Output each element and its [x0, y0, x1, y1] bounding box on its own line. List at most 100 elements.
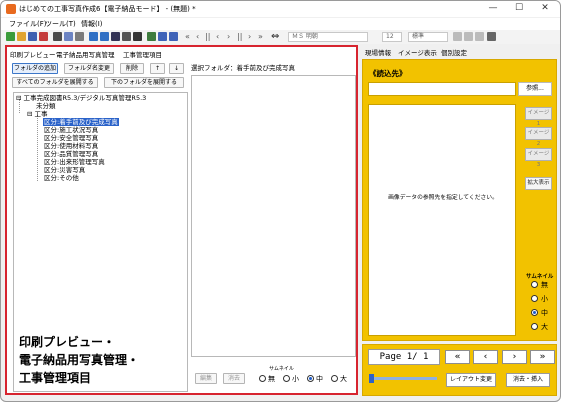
style-select[interactable]: 標準: [408, 32, 448, 42]
color-icon[interactable]: [487, 32, 496, 41]
save-as-icon[interactable]: [39, 32, 48, 41]
expand-below-button[interactable]: 下のフォルダを展開する: [104, 77, 184, 88]
underline-icon[interactable]: [475, 32, 484, 41]
add-folder-button[interactable]: フォルダの追加: [12, 63, 58, 74]
page-icon[interactable]: [111, 32, 120, 41]
tree-node-safety[interactable]: 区分:安全管理写真: [44, 134, 98, 142]
prev-page-button[interactable]: ‹: [473, 350, 498, 364]
zoom-out-icon[interactable]: [100, 32, 109, 41]
image2-button[interactable]: イメージ2: [525, 127, 552, 147]
tab-construction-items[interactable]: 工事管理項目: [123, 49, 162, 59]
open-icon[interactable]: [17, 32, 26, 41]
thumb-small-label: 小: [292, 375, 299, 383]
panel-thumb-none-radio[interactable]: [531, 281, 538, 288]
move-down-button[interactable]: ↓: [169, 63, 184, 74]
print-icon[interactable]: [53, 32, 62, 41]
layout-change-button[interactable]: レイアウト変更: [446, 373, 496, 387]
tree-line: [37, 115, 38, 181]
tree-node-construction-status[interactable]: 区分:施工状況写真: [44, 126, 98, 134]
image-preview[interactable]: 画像データの参照先を指定してください。: [368, 104, 516, 336]
rename-folder-button[interactable]: フォルダ名変更: [64, 63, 114, 74]
thumb-medium-radio[interactable]: [307, 375, 314, 382]
nav-next-icon[interactable]: ›: [248, 31, 251, 42]
move-up-button[interactable]: ↑: [150, 63, 165, 74]
nav-first-icon[interactable]: «: [185, 31, 190, 42]
panel-thumb-small-label: 小: [541, 295, 548, 303]
zoom-icon[interactable]: [89, 32, 98, 41]
italic-icon[interactable]: [464, 32, 473, 41]
menu-tools[interactable]: ツール(T): [45, 19, 76, 29]
dots-icon[interactable]: [133, 32, 142, 41]
first-page-button[interactable]: «: [445, 350, 470, 364]
tab-photo-management[interactable]: 電子納品用写真管理: [56, 49, 115, 59]
tree-node-materials[interactable]: 区分:使用材料写真: [44, 142, 98, 150]
tree-node-construction[interactable]: ⊟ 工事: [27, 110, 48, 118]
toolbar: « ‹ || ‹ › || › » ⇔ ＭＳ 明朝 12 標準: [1, 30, 560, 44]
panel-thumb-large-label: 大: [541, 323, 548, 331]
expand-all-button[interactable]: すべてのフォルダを展開する: [12, 77, 98, 88]
zoom-slider[interactable]: [369, 374, 437, 383]
image-path-input[interactable]: [368, 82, 516, 96]
tab-image-display[interactable]: イメージ表示: [398, 47, 437, 57]
menu-file[interactable]: ファイル(F): [9, 19, 47, 29]
browse-button[interactable]: 参照...: [518, 82, 552, 96]
photo-edit-icon[interactable]: [169, 32, 178, 41]
next-page-button[interactable]: ›: [502, 350, 527, 364]
callout-line: 印刷プレビュー・: [19, 335, 116, 349]
delete-insert-button[interactable]: 消去・挿入: [506, 373, 550, 387]
tab-print-preview[interactable]: 印刷プレビュー: [10, 49, 56, 59]
menu-bar: ファイル(F) ツール(T) 情報(I): [1, 18, 560, 30]
zoom-button[interactable]: 拡大表示: [525, 177, 552, 190]
image-panel-heading: 《読込先》: [369, 69, 407, 78]
swap-icon[interactable]: ⇔: [271, 31, 279, 42]
minimize-button[interactable]: —: [482, 1, 504, 17]
tab-individual-settings[interactable]: 個別設定: [441, 47, 467, 57]
printer-icon[interactable]: [122, 32, 131, 41]
thumb-none-label: 無: [268, 375, 275, 383]
delete-folder-button[interactable]: 削除: [120, 63, 144, 74]
image3-button[interactable]: イメージ3: [525, 148, 552, 168]
font-size-select[interactable]: 12: [382, 32, 402, 42]
nav-prev2-icon[interactable]: ‹: [216, 31, 219, 42]
maximize-button[interactable]: ☐: [508, 1, 530, 17]
new-icon[interactable]: [6, 32, 15, 41]
tree-node-quality[interactable]: 区分:品質管理写真: [44, 150, 98, 158]
preview-icon[interactable]: [64, 32, 73, 41]
panel-thumb-large-radio[interactable]: [531, 323, 538, 330]
font-name-select[interactable]: ＭＳ 明朝: [288, 32, 368, 42]
save-icon[interactable]: [28, 32, 37, 41]
panel-thumb-small-radio[interactable]: [531, 295, 538, 302]
tab-site-info[interactable]: 現場情報: [365, 47, 391, 57]
tree-root[interactable]: ⊟ 工事完成図書R5.3/デジタル写真管理R5.3: [16, 94, 146, 102]
callout-line: 電子納品用写真管理・: [19, 353, 140, 367]
nav-prev-icon[interactable]: ‹: [196, 31, 199, 42]
photo-icon[interactable]: [158, 32, 167, 41]
thumb-small-radio[interactable]: [283, 375, 290, 382]
thumb-none-radio[interactable]: [259, 375, 266, 382]
tree-node-before-after[interactable]: 区分:着手前及び完成写真: [43, 118, 119, 126]
edit-button[interactable]: 編集: [195, 373, 217, 384]
title-bar: はじめての工事写真作成6【電子納品モード】 - (無題) * — ☐ ✕: [1, 1, 560, 17]
panel-thumb-none-label: 無: [541, 281, 548, 289]
nav-last-icon[interactable]: »: [258, 31, 263, 42]
tree-node-dimensions[interactable]: 区分:出来形管理写真: [44, 158, 105, 166]
erase-button[interactable]: 消去: [223, 373, 245, 384]
selected-folder-label: 選択フォルダ：着手前及び完成写真: [191, 64, 295, 72]
panel-thumb-medium-radio[interactable]: [531, 309, 538, 316]
tree-node-disaster[interactable]: 区分:災害写真: [44, 166, 85, 174]
settings-icon[interactable]: [147, 32, 156, 41]
app-window: はじめての工事写真作成6【電子納品モード】 - (無題) * — ☐ ✕ ファイ…: [0, 0, 561, 402]
bold-icon[interactable]: [453, 32, 462, 41]
image1-button[interactable]: イメージ1: [525, 107, 552, 127]
tree-node-unclassified[interactable]: 未分類: [36, 102, 56, 110]
close-button[interactable]: ✕: [534, 1, 556, 17]
tree-node-other[interactable]: 区分:その他: [44, 174, 79, 182]
navigation-panel: Page 1/ 1 « ‹ › » レイアウト変更 消去・挿入: [362, 344, 557, 396]
nav-next2-icon[interactable]: ›: [227, 31, 230, 42]
last-page-button[interactable]: »: [530, 350, 555, 364]
callout-line: 工事管理項目: [19, 371, 92, 385]
thumb-large-radio[interactable]: [331, 375, 338, 382]
photo-list[interactable]: [191, 75, 356, 357]
cut-icon[interactable]: [75, 32, 84, 41]
menu-info[interactable]: 情報(I): [81, 19, 103, 29]
